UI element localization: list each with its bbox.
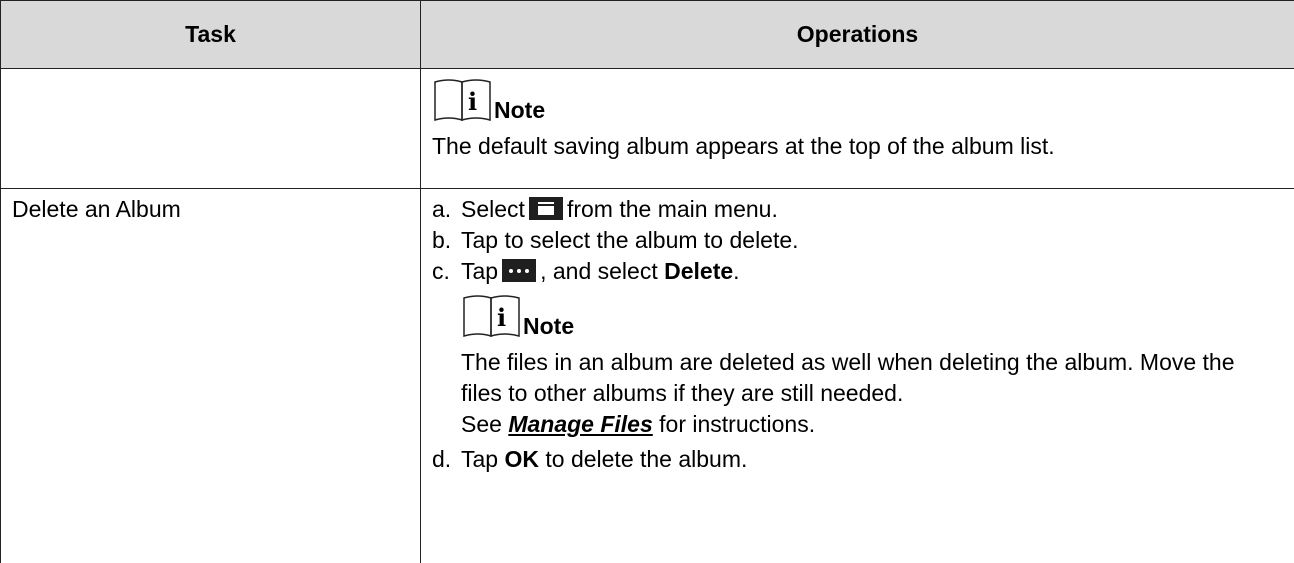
- note-icon: i: [463, 295, 520, 338]
- step-marker: d.: [432, 446, 452, 472]
- album-folder-icon: [528, 197, 563, 220]
- task-column-header: Task: [0, 0, 421, 69]
- note-heading: i Note: [461, 293, 1280, 339]
- note-see-text: See: [461, 411, 502, 437]
- note-after-text: for instructions.: [659, 411, 816, 437]
- steps-list: d. Tap OK to delete the album.: [432, 444, 1280, 475]
- step-marker: c.: [432, 258, 450, 284]
- note-text-main: The files in an album are deleted as wel…: [461, 349, 1235, 406]
- delete-label: Delete: [664, 258, 734, 284]
- table-row: i Note The default saving album appears …: [0, 68, 1294, 189]
- list-item: a. Select from the main menu.: [432, 194, 1280, 225]
- task-cell: Delete an Album: [0, 188, 421, 563]
- operations-column-header: Operations: [420, 0, 1294, 69]
- list-item: d. Tap OK to delete the album.: [432, 444, 1280, 475]
- task-cell-empty: [0, 68, 421, 189]
- step-text: .: [733, 258, 740, 284]
- ok-label: OK: [504, 446, 539, 472]
- task-delete-album: Delete an Album: [12, 196, 181, 222]
- step-text: Tap: [461, 446, 499, 472]
- note-label: Note: [494, 97, 546, 123]
- table-row: Delete an Album a. Select from the main m…: [0, 188, 1294, 563]
- steps-list: a. Select from the main menu. b. Tap to s…: [432, 194, 1280, 287]
- step-text: Select: [461, 196, 525, 222]
- step-text: Tap to select the album to delete.: [461, 227, 799, 253]
- svg-text:i: i: [497, 303, 506, 332]
- note-heading: i Note: [432, 77, 1280, 123]
- note-text: The default saving album appears at the …: [432, 133, 1055, 159]
- table-header-row: Task Operations: [0, 0, 1294, 69]
- step-note: i Note The files in an album are deleted…: [432, 293, 1280, 440]
- operations-cell: a. Select from the main menu. b. Tap to s…: [420, 188, 1294, 563]
- step-text: Tap: [461, 258, 499, 284]
- step-marker: a.: [432, 196, 452, 222]
- list-item: b. Tap to select the album to delete.: [432, 225, 1280, 256]
- list-item: c. Tap , and select Delete.: [432, 256, 1280, 287]
- step-text: from the main menu.: [566, 196, 778, 222]
- note-label: Note: [523, 313, 575, 339]
- step-text: , and select: [540, 258, 658, 284]
- svg-text:i: i: [468, 87, 477, 116]
- step-marker: b.: [432, 227, 452, 253]
- manage-files-link[interactable]: Manage Files: [508, 411, 652, 437]
- step-text: to delete the album.: [545, 446, 748, 472]
- note-text: The files in an album are deleted as wel…: [461, 347, 1280, 440]
- note-icon: i: [434, 79, 491, 122]
- more-dots-icon: [502, 259, 537, 282]
- album-task-table: Task Operations i Note The default savin…: [0, 0, 1294, 563]
- operations-cell: i Note The default saving album appears …: [420, 68, 1294, 189]
- task-text: [12, 77, 406, 88]
